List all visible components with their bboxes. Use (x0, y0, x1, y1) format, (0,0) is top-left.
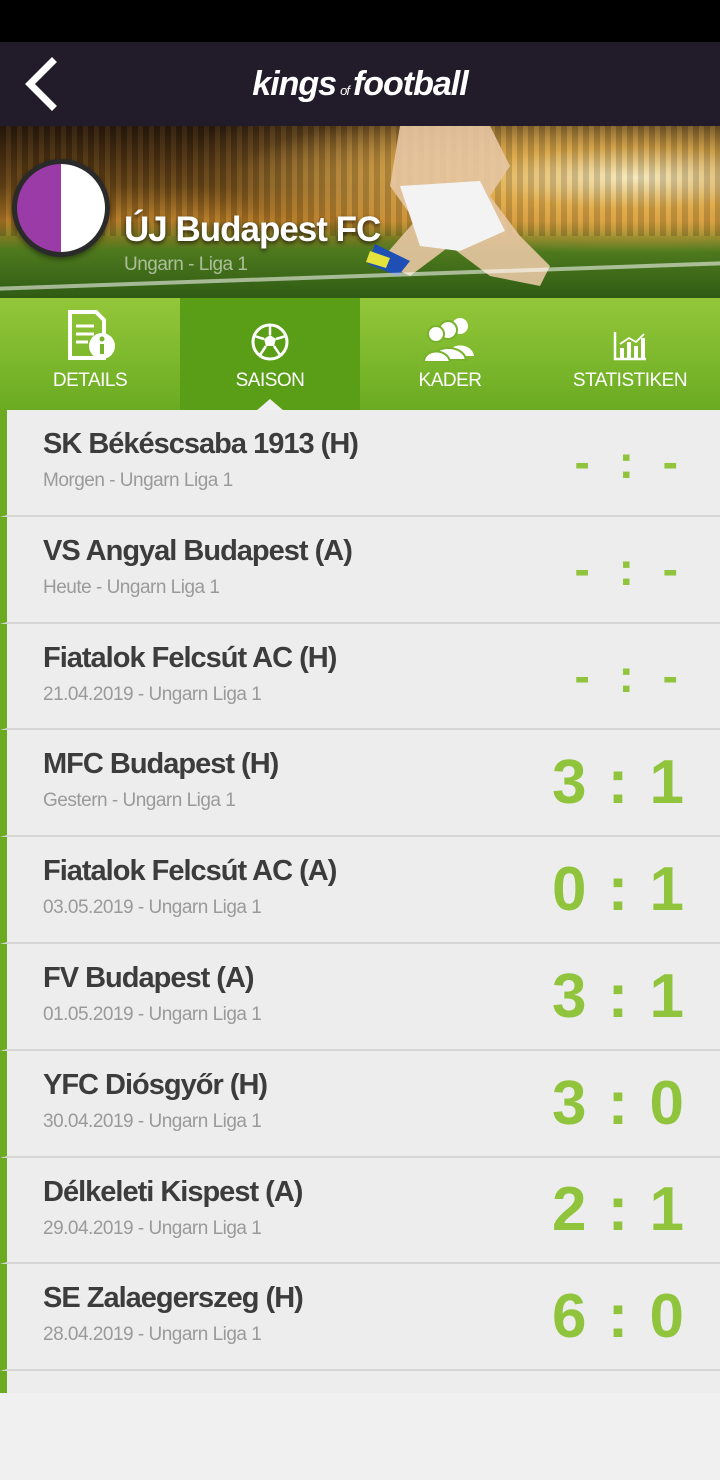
match-subtitle: 21.04.2019 - Ungarn Liga 1 (43, 683, 262, 705)
app-header: kings of football (0, 42, 720, 126)
match-title: YFC Diósgyőr (H) (43, 1068, 268, 1101)
tab-kader[interactable]: KADER (360, 298, 540, 410)
back-button[interactable] (18, 56, 68, 112)
bottom-space (0, 1393, 720, 1480)
tab-kader-label: KADER (418, 370, 482, 391)
tab-saison[interactable]: SAISON (180, 298, 360, 411)
match-score: 6 : 0 (551, 1282, 686, 1352)
match-title: Délkeleti Kispest (A) (43, 1175, 303, 1208)
soccer-ball-icon (251, 323, 289, 361)
match-list: SK Békéscsaba 1913 (H) Morgen - Ungarn L… (0, 410, 720, 1394)
match-subtitle: 03.05.2019 - Ungarn Liga 1 (43, 897, 262, 919)
team-crest (12, 159, 110, 257)
tab-details[interactable]: DETAILS (0, 298, 180, 410)
match-subtitle: Heute - Ungarn Liga 1 (43, 576, 220, 598)
match-row[interactable]: MFC Budapest (H) Gestern - Ungarn Liga 1… (0, 730, 720, 838)
match-row[interactable]: YFC Diósgyőr (H) 30.04.2019 - Ungarn Lig… (0, 1050, 720, 1158)
match-title: SE Zalaegerszeg (H) (43, 1282, 304, 1315)
team-name: ÚJ Budapest FC (124, 210, 381, 249)
tab-statistiken[interactable]: STATISTIKEN (540, 298, 720, 410)
logo-football: football (352, 64, 469, 103)
logo-of: of (340, 82, 350, 98)
tab-saison-label: SAISON (235, 370, 305, 391)
match-score: - : - (574, 543, 686, 596)
tab-details-label: DETAILS (52, 370, 128, 391)
team-league: Ungarn - Liga 1 (124, 254, 248, 275)
match-row[interactable]: Délkeleti Kispest (A) 29.04.2019 - Ungar… (0, 1157, 720, 1265)
people-group-icon (422, 318, 474, 362)
match-subtitle: 01.05.2019 - Ungarn Liga 1 (43, 1003, 262, 1025)
tab-statistiken-label: STATISTIKEN (572, 370, 688, 391)
match-row[interactable]: VS Angyal Budapest (A) Heute - Ungarn Li… (0, 516, 720, 624)
match-row[interactable]: FV Budapest (A) 01.05.2019 - Ungarn Liga… (0, 943, 720, 1051)
match-score: 2 : 1 (551, 1175, 686, 1245)
bar-chart-icon (613, 332, 646, 361)
match-subtitle: Morgen - Ungarn Liga 1 (43, 470, 233, 491)
match-subtitle: 28.04.2019 - Ungarn Liga 1 (43, 1324, 262, 1346)
match-subtitle: Gestern - Ungarn Liga 1 (43, 790, 236, 812)
tab-bar: DETAILS SAISON KADER STATISTIKEN (0, 298, 720, 411)
match-row[interactable]: Fiatalok Felcsút AC (H) 21.04.2019 - Ung… (0, 623, 720, 731)
match-subtitle: 29.04.2019 - Ungarn Liga 1 (43, 1217, 262, 1239)
match-title: FV Budapest (A) (43, 961, 255, 994)
match-title: Fiatalok Felcsút AC (H) (43, 641, 337, 674)
status-bar (0, 0, 720, 42)
match-title: VS Angyal Budapest (A) (43, 534, 353, 567)
match-score: 3 : 0 (551, 1068, 686, 1138)
logo-kings: kings (252, 64, 337, 103)
team-hero-banner: ÚJ Budapest FC Ungarn - Liga 1 (0, 126, 720, 298)
match-row[interactable]: SE Zalaegerszeg (H) 28.04.2019 - Ungarn … (0, 1264, 720, 1372)
match-subtitle: 30.04.2019 - Ungarn Liga 1 (43, 1110, 262, 1132)
match-row[interactable]: SK Békéscsaba 1913 (H) Morgen - Ungarn L… (0, 410, 720, 517)
chevron-left-icon (25, 57, 57, 111)
match-score: 3 : 1 (551, 748, 686, 818)
match-score: - : - (574, 436, 686, 489)
document-info-icon (68, 310, 115, 360)
list-tail (0, 1371, 720, 1394)
match-score: 3 : 1 (551, 961, 686, 1031)
app-logo: kings of football (252, 64, 469, 104)
match-row[interactable]: Fiatalok Felcsút AC (A) 03.05.2019 - Ung… (0, 837, 720, 944)
match-title: MFC Budapest (H) (43, 748, 279, 781)
match-score: - : - (574, 649, 686, 702)
match-title: SK Békéscsaba 1913 (H) (43, 428, 359, 460)
match-score: 0 : 1 (551, 855, 686, 925)
match-title: Fiatalok Felcsút AC (A) (43, 855, 337, 888)
